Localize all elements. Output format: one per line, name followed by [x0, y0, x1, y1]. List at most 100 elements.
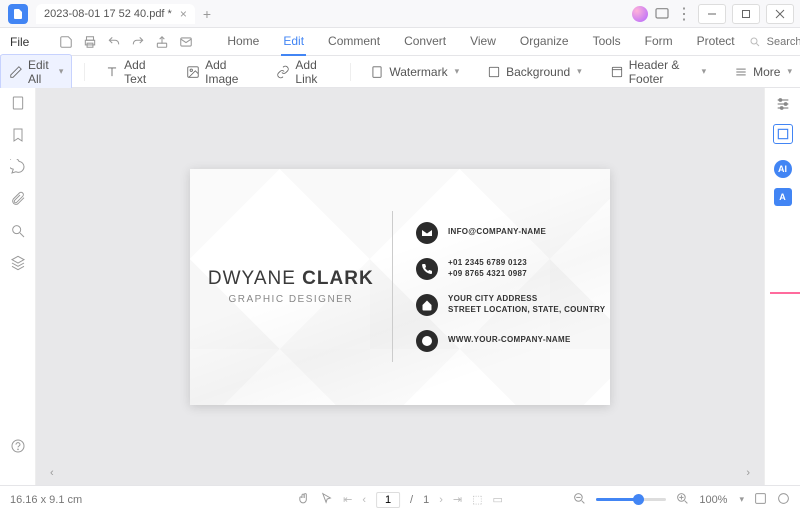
chevron-down-icon: ▾: [455, 66, 460, 77]
add-link-button[interactable]: Add Link: [268, 55, 337, 89]
menu-tools[interactable]: Tools: [591, 28, 623, 56]
save-icon[interactable]: [59, 35, 73, 49]
select-tool-icon[interactable]: [320, 492, 333, 508]
separator: [350, 63, 351, 81]
watermark-button[interactable]: Watermark ▾: [362, 62, 467, 82]
next-page-icon[interactable]: ›: [439, 494, 443, 506]
page-sep: /: [410, 494, 413, 506]
zoom-in-icon[interactable]: [676, 492, 689, 508]
phone-text: +01 2345 6789 0123+09 8765 4321 0987: [448, 258, 527, 279]
scroll-left-icon[interactable]: ‹: [50, 467, 54, 479]
bbox-panel-icon[interactable]: [773, 124, 793, 144]
edit-all-button[interactable]: Edit All ▾: [0, 54, 72, 90]
menu-protect[interactable]: Protect: [695, 28, 737, 56]
file-menu[interactable]: File: [0, 35, 39, 49]
chat-icon[interactable]: [654, 6, 670, 22]
menu-form[interactable]: Form: [643, 28, 675, 56]
right-sidebar: AI A: [764, 88, 800, 485]
attachment-panel-icon[interactable]: [9, 190, 27, 208]
fit-width-icon[interactable]: ⬚: [472, 493, 482, 506]
bookmark-panel-icon[interactable]: [9, 126, 27, 144]
background-button[interactable]: Background▾: [479, 62, 590, 82]
menu-home[interactable]: Home: [225, 28, 261, 56]
new-tab-button[interactable]: +: [203, 6, 211, 22]
read-mode-icon[interactable]: [754, 492, 767, 508]
name-first: DWYANE: [208, 268, 302, 289]
zoom-out-icon[interactable]: [573, 492, 586, 508]
kebab-menu-icon[interactable]: ⋮: [676, 6, 692, 22]
close-tab-icon[interactable]: ×: [180, 7, 187, 21]
more-label: More: [753, 65, 780, 79]
assistant-orb-icon[interactable]: [632, 6, 648, 22]
header-footer-button[interactable]: Header & Footer ▾: [602, 55, 714, 89]
scroll-right-icon[interactable]: ›: [746, 467, 750, 479]
search-panel-icon[interactable]: [9, 222, 27, 240]
web-text: WWW.YOUR-COMPANY-NAME: [448, 335, 571, 345]
page-total: 1: [423, 494, 429, 506]
layers-panel-icon[interactable]: [9, 254, 27, 272]
page-number-input[interactable]: [376, 492, 400, 508]
fit-page-icon[interactable]: ▭: [492, 493, 502, 506]
add-link-label: Add Link: [295, 58, 329, 86]
mail-icon[interactable]: [179, 35, 193, 49]
translate-badge-icon[interactable]: A: [774, 188, 792, 206]
zoom-slider-thumb[interactable]: [633, 494, 644, 505]
last-page-icon[interactable]: ⇥: [453, 493, 462, 506]
prev-page-icon[interactable]: ‹: [362, 494, 366, 506]
comment-panel-icon[interactable]: [9, 158, 27, 176]
first-page-icon[interactable]: ⇤: [343, 493, 352, 506]
document-canvas[interactable]: DWYANE CLARK GRAPHIC DESIGNER INFO@COMPA…: [36, 88, 764, 485]
background-label: Background: [506, 65, 570, 79]
card-name: DWYANE CLARK: [208, 268, 374, 290]
header-footer-icon: [610, 65, 624, 79]
maximize-button[interactable]: [732, 4, 760, 24]
print-icon[interactable]: [83, 35, 97, 49]
contact-web: WWW.YOUR-COMPANY-NAME: [416, 330, 610, 352]
zoom-level[interactable]: 100%: [699, 494, 727, 506]
help-icon[interactable]: [9, 437, 27, 455]
add-text-button[interactable]: Add Text: [97, 55, 166, 89]
watermark-label: Watermark: [389, 65, 447, 79]
hand-tool-icon[interactable]: [297, 492, 310, 508]
minimize-button[interactable]: [698, 4, 726, 24]
header-footer-label: Header & Footer: [629, 58, 695, 86]
text-icon: [105, 65, 119, 79]
business-card-page[interactable]: DWYANE CLARK GRAPHIC DESIGNER INFO@COMPA…: [190, 169, 610, 405]
card-divider: [392, 211, 393, 362]
pencil-icon: [9, 65, 23, 79]
close-window-button[interactable]: [766, 4, 794, 24]
document-tab[interactable]: 2023-08-01 17 52 40.pdf * ×: [36, 4, 195, 24]
menu-view[interactable]: View: [468, 28, 498, 56]
menu-comment[interactable]: Comment: [326, 28, 382, 56]
menu-convert[interactable]: Convert: [402, 28, 448, 56]
redo-icon[interactable]: [131, 35, 145, 49]
edit-all-label: Edit All: [28, 58, 52, 86]
image-icon: [186, 65, 200, 79]
globe-icon: [416, 330, 438, 352]
chevron-down-icon: ▾: [702, 66, 707, 77]
home-icon: [416, 294, 438, 316]
share-icon[interactable]: [155, 35, 169, 49]
zoom-slider[interactable]: [596, 498, 666, 501]
undo-icon[interactable]: [107, 35, 121, 49]
chevron-down-icon: ▾: [59, 66, 64, 77]
add-image-button[interactable]: Add Image: [178, 55, 256, 89]
name-last: CLARK: [302, 268, 374, 289]
annotation-mark: [770, 292, 800, 294]
page-dimensions: 16.16 x 9.1 cm: [10, 494, 82, 506]
chevron-down-icon[interactable]: ▾: [739, 494, 744, 505]
add-image-label: Add Image: [205, 58, 248, 86]
email-text: INFO@COMPANY-NAME: [448, 227, 546, 237]
ai-badge-icon[interactable]: AI: [774, 160, 792, 178]
more-button[interactable]: More▾: [726, 62, 800, 82]
fullscreen-icon[interactable]: [777, 492, 790, 508]
thumbnail-panel-icon[interactable]: [9, 94, 27, 112]
search-tools-input[interactable]: [767, 36, 800, 48]
menu-edit[interactable]: Edit: [281, 28, 306, 56]
menu-organize[interactable]: Organize: [518, 28, 571, 56]
link-icon: [276, 65, 290, 79]
card-title: GRAPHIC DESIGNER: [229, 294, 354, 305]
watermark-icon: [370, 65, 384, 79]
properties-sliders-icon[interactable]: [773, 94, 793, 114]
app-icon: [8, 4, 28, 24]
